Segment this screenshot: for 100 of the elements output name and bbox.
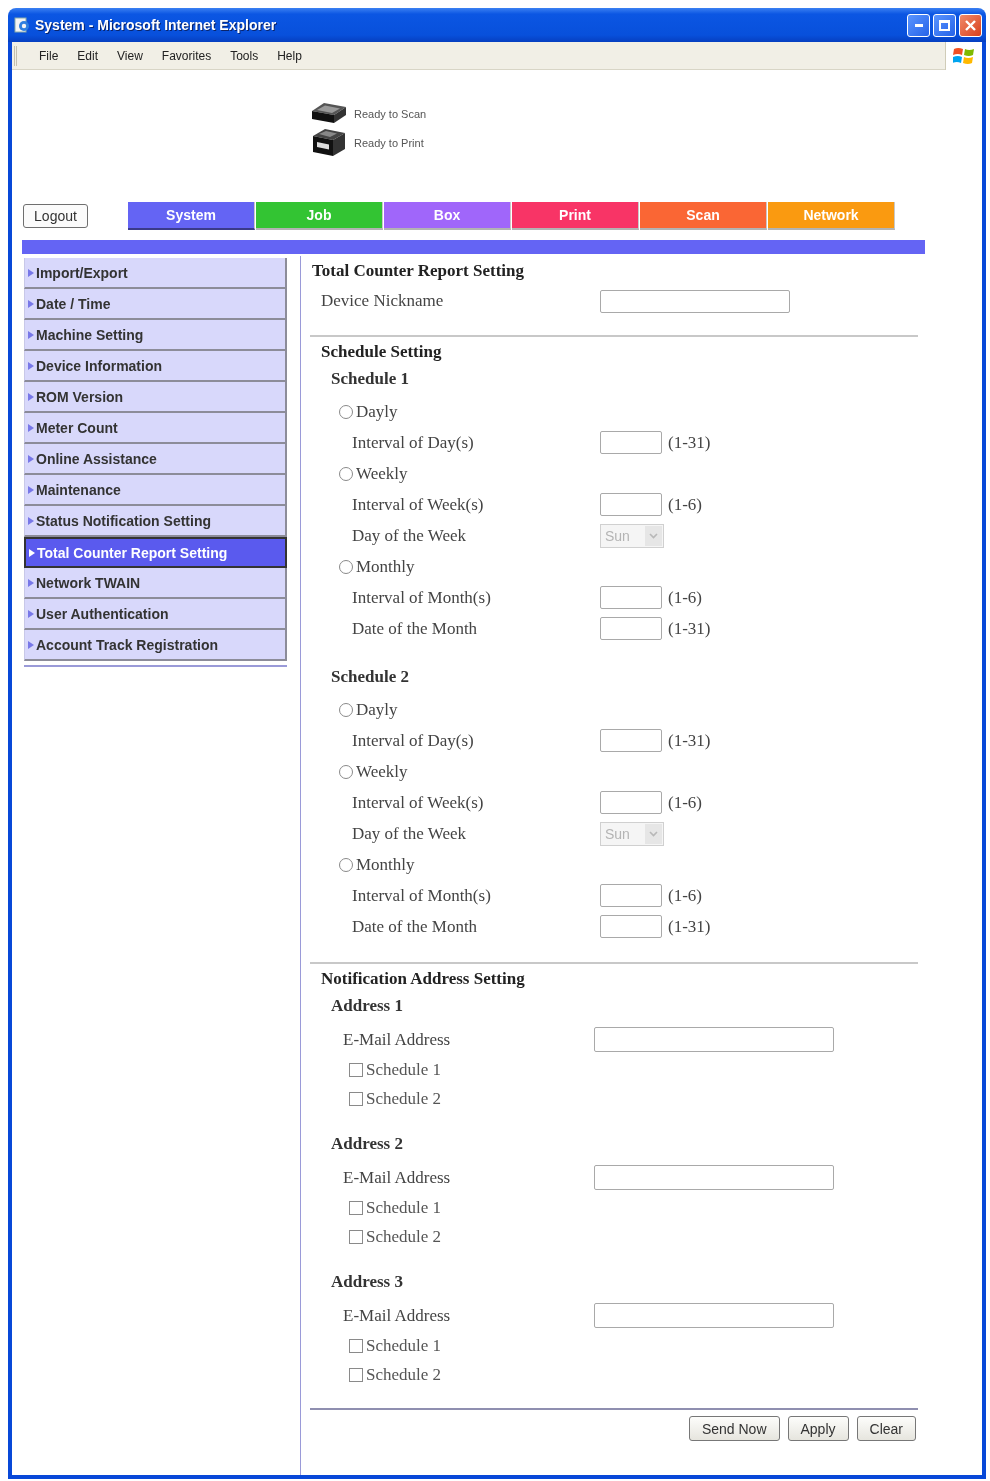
radio-button[interactable] <box>339 559 353 574</box>
menu-item[interactable]: Favorites <box>153 47 220 64</box>
sidebar-item[interactable]: Account Track Registration <box>24 630 287 661</box>
radio-label: Dayly <box>356 401 398 422</box>
field-label: Interval of Month(s) <box>351 587 492 608</box>
sidebar-item[interactable]: Total Counter Report Setting <box>24 537 287 568</box>
triangle-icon <box>28 392 34 401</box>
sidebar-item[interactable]: Status Notification Setting <box>24 506 287 537</box>
menu-item[interactable]: Edit <box>69 47 107 64</box>
checkbox-label: Schedule 2 <box>366 1226 442 1247</box>
field-label: Day of the Week <box>351 525 467 546</box>
window-title: System - Microsoft Internet Explorer <box>35 17 277 33</box>
flag-icon <box>953 45 975 66</box>
range-hint: (1-6) <box>668 792 703 813</box>
menu-item[interactable]: Help <box>269 47 310 64</box>
triangle-icon <box>28 330 34 339</box>
nav-tab[interactable]: Print <box>512 202 639 230</box>
triangle-icon <box>28 578 34 587</box>
radio-label: Weekly <box>356 463 408 484</box>
form-button[interactable]: Apply <box>787 1416 849 1441</box>
field-label: Interval of Month(s) <box>351 885 492 906</box>
maximize-button[interactable] <box>933 13 956 37</box>
triangle-icon <box>28 299 34 308</box>
field-label: Interval of Day(s) <box>351 432 475 453</box>
sidebar-item[interactable]: ROM Version <box>24 382 287 413</box>
status-text: Ready to Print <box>354 136 424 149</box>
number-field[interactable] <box>600 431 662 454</box>
number-field[interactable] <box>600 617 662 640</box>
triangle-icon <box>28 640 34 649</box>
email-field[interactable] <box>594 1303 834 1328</box>
sidebar-item[interactable]: Maintenance <box>24 475 287 506</box>
triangle-icon <box>28 454 34 463</box>
radio-button[interactable] <box>339 404 353 419</box>
checkbox[interactable] <box>349 1091 363 1106</box>
form-button[interactable]: Send Now <box>688 1416 780 1441</box>
range-hint: (1-6) <box>668 494 703 515</box>
radio-label: Dayly <box>356 699 398 720</box>
subsection-heading: Address 1 <box>330 995 404 1017</box>
sidebar-item[interactable]: Online Assistance <box>24 444 287 475</box>
menu-item[interactable]: View <box>109 47 151 64</box>
checkbox-label: Schedule 1 <box>366 1335 442 1356</box>
logout-button[interactable]: Logout <box>23 204 88 228</box>
field-label: E-Mail Address <box>342 1029 452 1050</box>
sidebar-item[interactable]: User Authentication <box>24 599 287 630</box>
triangle-icon <box>28 423 34 432</box>
sidebar-item[interactable]: Date / Time <box>24 289 287 320</box>
range-hint: (1-31) <box>668 730 712 751</box>
subsection-heading: Address 3 <box>330 1271 404 1293</box>
range-hint: (1-6) <box>668 885 703 906</box>
range-hint: (1-31) <box>668 618 712 639</box>
sidebar-item[interactable]: Machine Setting <box>24 320 287 351</box>
number-field[interactable] <box>600 493 662 516</box>
checkbox[interactable] <box>349 1229 363 1244</box>
field-label: E-Mail Address <box>342 1305 452 1326</box>
nav-tab[interactable]: Box <box>384 202 511 230</box>
number-field[interactable] <box>600 791 662 814</box>
number-field[interactable] <box>600 884 662 907</box>
page-title: Total Counter Report Setting <box>311 260 526 282</box>
checkbox-label: Schedule 1 <box>366 1059 442 1080</box>
checkbox[interactable] <box>349 1338 363 1353</box>
status-text: Ready to Scan <box>354 108 427 120</box>
menu-item[interactable]: File <box>31 47 67 64</box>
range-hint: (1-31) <box>668 916 712 937</box>
subsection-heading: Schedule 2 <box>330 666 410 688</box>
caret-icon <box>645 823 662 844</box>
close-button[interactable] <box>959 13 982 37</box>
menu-item[interactable]: Tools <box>222 47 267 64</box>
checkbox[interactable] <box>349 1367 363 1382</box>
email-field[interactable] <box>594 1165 834 1190</box>
radio-label: Monthly <box>356 556 415 577</box>
radio-label: Weekly <box>356 761 408 782</box>
field-label: Interval of Day(s) <box>351 730 475 751</box>
radio-button[interactable] <box>339 764 353 779</box>
checkbox[interactable] <box>349 1200 363 1215</box>
email-field[interactable] <box>594 1027 834 1052</box>
radio-button[interactable] <box>339 857 353 872</box>
sidebar-item[interactable]: Device Information <box>24 351 287 382</box>
triangle-icon <box>28 485 34 494</box>
number-field[interactable] <box>600 586 662 609</box>
triangle-icon <box>28 268 34 277</box>
text-field[interactable] <box>600 289 790 313</box>
checkbox[interactable] <box>349 1062 363 1077</box>
checkbox-label: Schedule 1 <box>366 1197 442 1218</box>
minimize-button[interactable] <box>907 13 930 37</box>
printer-icon <box>310 128 348 157</box>
number-field[interactable] <box>600 915 662 938</box>
sidebar-item[interactable]: Meter Count <box>24 413 287 444</box>
field-label: Date of the Month <box>351 916 479 937</box>
nav-tab[interactable]: System <box>128 202 255 230</box>
checkbox-label: Schedule 2 <box>366 1364 442 1385</box>
subsection-heading: Schedule 1 <box>330 368 410 390</box>
maximize-icon <box>939 19 950 31</box>
sidebar-item[interactable]: Network TWAIN <box>24 568 287 599</box>
radio-button[interactable] <box>339 702 353 717</box>
sidebar-item[interactable]: Import/Export <box>24 258 287 289</box>
radio-button[interactable] <box>339 466 353 481</box>
form-button[interactable]: Clear <box>856 1416 916 1441</box>
number-field[interactable] <box>600 729 662 752</box>
triangle-icon <box>28 609 34 618</box>
triangle-icon <box>28 361 34 370</box>
